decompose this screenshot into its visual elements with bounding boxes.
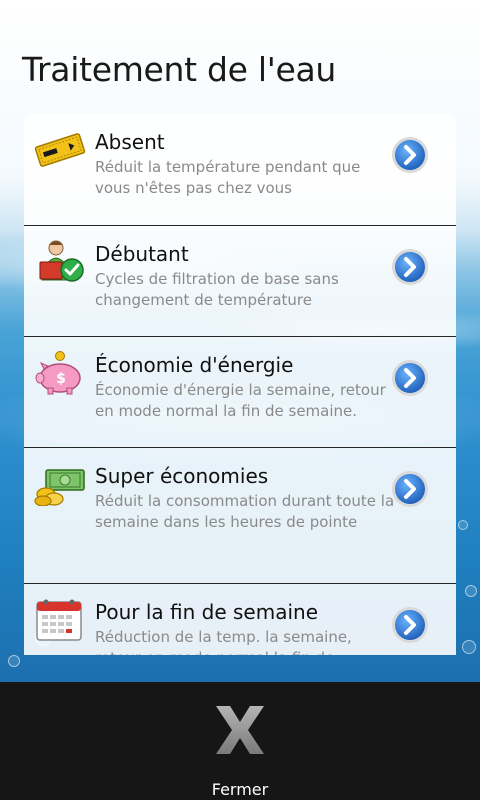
item-description: Réduit la température pendant que vous n… — [95, 158, 361, 197]
bubble-decoration — [458, 520, 468, 530]
chevron-right-icon[interactable] — [391, 136, 429, 174]
money-coins-icon — [34, 469, 85, 506]
list-item-fin-de-semaine[interactable]: Pour la fin de semaine Réduction de la t… — [24, 584, 456, 655]
list-item-debutant[interactable]: Débutant Cycles de filtration de base sa… — [24, 226, 456, 337]
close-icon — [216, 706, 264, 754]
list-item-absent[interactable]: Absent Réduit la température pendant que… — [24, 114, 456, 226]
item-title: Absent — [95, 130, 165, 154]
calendar-icon — [36, 599, 82, 641]
chevron-right-icon[interactable] — [391, 359, 429, 397]
item-description: Économie d'énergie la semaine, retour en… — [95, 381, 386, 420]
bubble-decoration — [465, 585, 477, 597]
mode-list[interactable]: Absent Réduit la température pendant que… — [24, 114, 456, 655]
item-title: Pour la fin de semaine — [95, 600, 318, 624]
bubble-decoration — [8, 655, 20, 667]
item-description: Réduction de la temp. la semaine, retour… — [95, 628, 352, 655]
ticket-icon — [34, 133, 86, 167]
svg-text:$: $ — [56, 371, 66, 387]
item-description: Réduit la consommation durant toute la s… — [95, 492, 395, 531]
item-title: Débutant — [95, 242, 189, 266]
item-title: Super économies — [95, 464, 269, 488]
chevron-right-icon[interactable] — [391, 248, 429, 286]
piggy-bank-icon: $ — [35, 351, 81, 395]
chevron-right-icon[interactable] — [391, 606, 429, 644]
page-title: Traitement de l'eau — [22, 50, 337, 89]
close-button[interactable]: Fermer — [190, 692, 290, 799]
item-title: Économie d'énergie — [95, 353, 294, 377]
list-item-super-economies[interactable]: Super économies Réduit la consommation d… — [24, 448, 456, 584]
beginner-user-check-icon — [39, 240, 84, 282]
bottom-bar: Fermer — [0, 682, 480, 800]
list-item-economie-energie[interactable]: $ Économie d'énergie Économie d'énergie … — [24, 337, 456, 448]
bubble-decoration — [462, 640, 476, 654]
item-description: Cycles de filtration de base sans change… — [95, 270, 339, 309]
close-label: Fermer — [211, 780, 269, 799]
chevron-right-icon[interactable] — [391, 470, 429, 508]
